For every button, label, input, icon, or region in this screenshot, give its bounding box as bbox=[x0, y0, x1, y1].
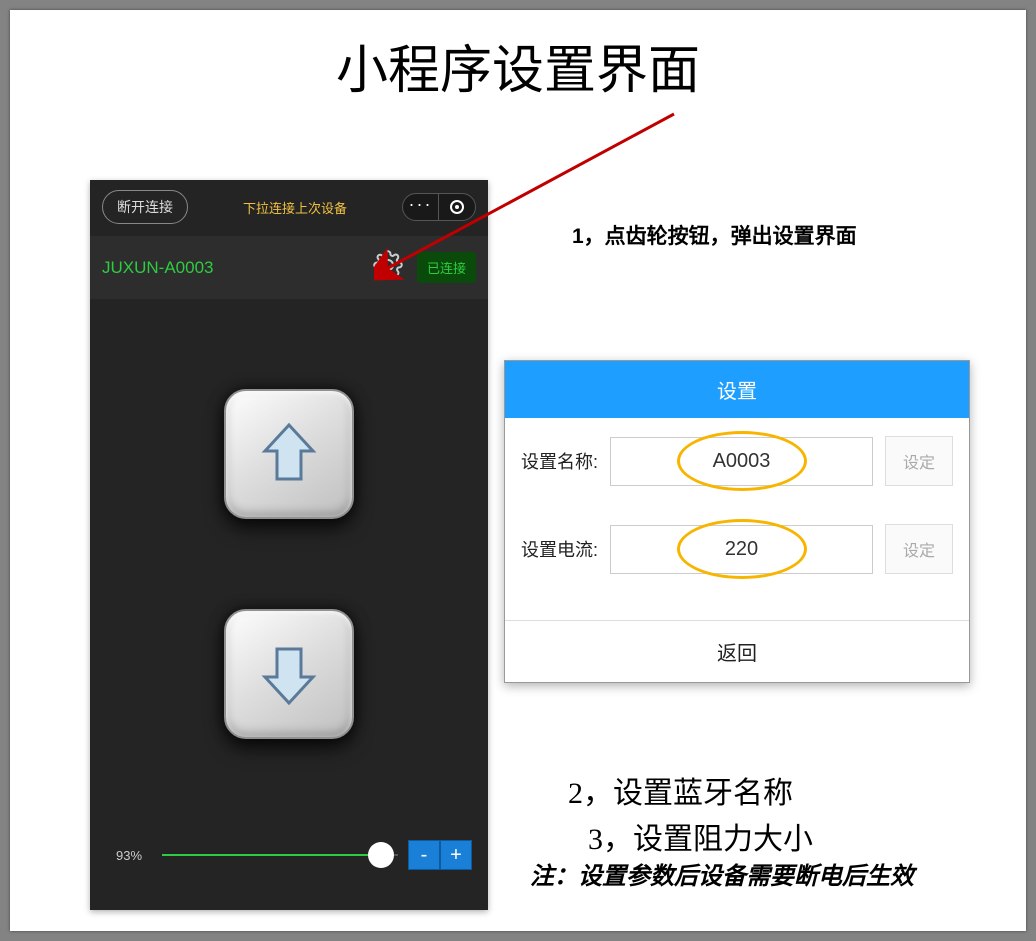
document-page: 小程序设置界面 断开连接 下拉连接上次设备 ··· JUXUN-A0003 已连… bbox=[10, 10, 1026, 931]
settings-button[interactable] bbox=[373, 250, 403, 285]
step-2-label: 2，设置蓝牙名称 bbox=[568, 768, 793, 812]
phone-top-bar: 断开连接 下拉连接上次设备 ··· bbox=[90, 180, 488, 230]
minus-button[interactable]: - bbox=[408, 840, 440, 870]
slider-row: 93% - + bbox=[90, 840, 488, 870]
disconnect-button[interactable]: 断开连接 bbox=[102, 190, 188, 224]
name-label: 设置名称: bbox=[521, 448, 598, 474]
close-icon[interactable] bbox=[439, 194, 475, 220]
current-row: 设置电流: 220 设定 bbox=[521, 524, 953, 574]
plus-minus-group: - + bbox=[408, 840, 472, 870]
gear-icon bbox=[373, 250, 403, 280]
page-title: 小程序设置界面 bbox=[10, 28, 1026, 103]
down-button[interactable] bbox=[224, 609, 354, 739]
phone-mockup: 断开连接 下拉连接上次设备 ··· JUXUN-A0003 已连接 bbox=[90, 180, 488, 910]
name-set-button[interactable]: 设定 bbox=[885, 436, 953, 486]
device-name-label: JUXUN-A0003 bbox=[102, 258, 373, 278]
step-1-label: 1，点齿轮按钮，弹出设置界面 bbox=[572, 220, 857, 250]
percent-label: 93% bbox=[106, 848, 152, 863]
settings-popup: 设置 设置名称: A0003 设定 设置电流: 220 设定 返回 bbox=[504, 360, 970, 683]
note-label: 注：设置参数后设备需要断电后生效 bbox=[530, 856, 914, 891]
name-row: 设置名称: A0003 设定 bbox=[521, 436, 953, 486]
plus-button[interactable]: + bbox=[440, 840, 472, 870]
arrow-up-icon bbox=[259, 421, 319, 487]
device-status-row: JUXUN-A0003 已连接 bbox=[90, 236, 488, 299]
current-label: 设置电流: bbox=[521, 536, 598, 562]
current-input[interactable]: 220 bbox=[610, 525, 873, 574]
current-set-button[interactable]: 设定 bbox=[885, 524, 953, 574]
name-input-wrap: A0003 bbox=[610, 437, 873, 486]
up-down-buttons bbox=[90, 389, 488, 739]
arrow-down-icon bbox=[259, 641, 319, 707]
name-input[interactable]: A0003 bbox=[610, 437, 873, 486]
pull-refresh-hint: 下拉连接上次设备 bbox=[243, 198, 347, 217]
popup-title: 设置 bbox=[505, 361, 969, 418]
step-3-label: 3，设置阻力大小 bbox=[588, 814, 813, 858]
slider-fill bbox=[162, 854, 381, 856]
connected-badge: 已连接 bbox=[417, 252, 476, 283]
slider-thumb[interactable] bbox=[368, 842, 394, 868]
current-input-wrap: 220 bbox=[610, 525, 873, 574]
back-button[interactable]: 返回 bbox=[505, 620, 969, 682]
slider-track[interactable] bbox=[162, 854, 398, 856]
more-icon[interactable]: ··· bbox=[403, 194, 439, 220]
up-button[interactable] bbox=[224, 389, 354, 519]
miniprogram-capsule[interactable]: ··· bbox=[402, 193, 476, 221]
popup-body: 设置名称: A0003 设定 设置电流: 220 设定 bbox=[505, 418, 969, 620]
